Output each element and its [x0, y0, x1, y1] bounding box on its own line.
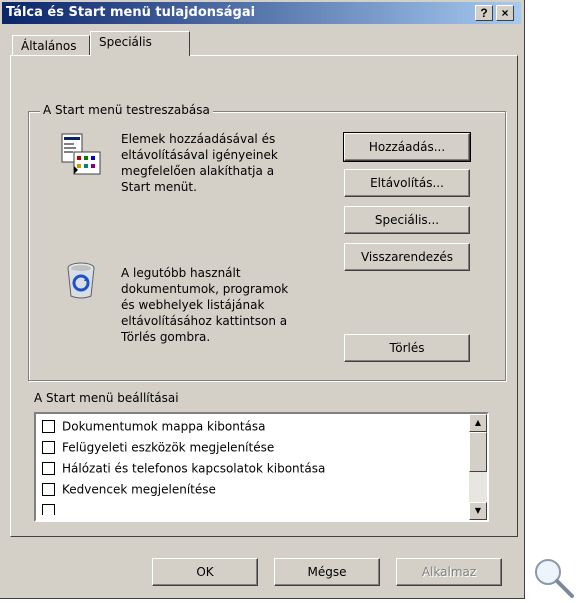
- list-item-label: Hálózati és telefonos kapcsolatok kibont…: [62, 461, 326, 476]
- tab-special[interactable]: Speciális: [90, 31, 190, 56]
- properties-dialog: Tálca és Start menü tulajdonságai ? × Ál…: [0, 0, 525, 599]
- customize-text-line: Start menüt.: [121, 180, 197, 194]
- remove-button[interactable]: Eltávolítás...: [344, 169, 470, 197]
- recent-text-line: dokumentumok, programok: [121, 282, 289, 296]
- recent-text-line: A legutóbb használt: [121, 266, 241, 280]
- tab-general[interactable]: Általános: [12, 35, 90, 55]
- list-item-partial[interactable]: [42, 503, 62, 515]
- customize-text-line: eltávolításával igényeinek: [121, 148, 278, 162]
- customize-text-line: megfelelően alakíthatja a: [121, 164, 275, 178]
- title-bar: Tálca és Start menü tulajdonságai ? ×: [2, 2, 521, 24]
- scroll-down-icon[interactable]: ▼: [469, 502, 487, 520]
- list-item[interactable]: Kedvencek megjelenítése: [42, 482, 216, 502]
- list-item[interactable]: Dokumentumok mappa kibontása: [42, 419, 266, 439]
- checkbox[interactable]: [42, 483, 55, 496]
- checkbox[interactable]: [42, 420, 55, 433]
- recent-text-line: Törlés gombra.: [121, 330, 211, 344]
- scroll-up-icon[interactable]: ▲: [469, 414, 487, 432]
- help-button[interactable]: ?: [475, 5, 493, 21]
- settings-label: A Start menü beállításai: [34, 391, 179, 405]
- clear-button[interactable]: Törlés: [344, 334, 470, 362]
- magnifier-icon[interactable]: [532, 556, 576, 603]
- list-item[interactable]: Felügyeleti eszközök megjelenítése: [42, 440, 274, 460]
- resort-button[interactable]: Visszarendezés: [344, 243, 470, 271]
- advanced-button[interactable]: Speciális...: [344, 206, 470, 234]
- window-title: Tálca és Start menü tulajdonságai: [6, 5, 256, 20]
- add-button[interactable]: Hozzáadás...: [343, 132, 471, 162]
- customize-text: Elemek hozzáadásával és eltávolításával …: [121, 131, 278, 195]
- recent-text-line: eltávolításához kattintson a: [121, 314, 288, 328]
- apply-button: Alkalmaz: [396, 558, 502, 586]
- checkbox[interactable]: [42, 504, 55, 515]
- list-item-label: Kedvencek megjelenítése: [62, 482, 216, 497]
- recent-text: A legutóbb használt dokumentumok, progra…: [121, 265, 288, 345]
- checkbox[interactable]: [42, 462, 55, 475]
- cancel-button[interactable]: Mégse: [274, 558, 380, 586]
- ok-button[interactable]: OK: [152, 558, 258, 586]
- vertical-scrollbar[interactable]: ▲ ▼: [469, 414, 487, 520]
- list-item-label: Dokumentumok mappa kibontása: [62, 419, 266, 434]
- list-item-label: Felügyeleti eszközök megjelenítése: [62, 440, 275, 455]
- group-label: A Start menü testreszabása: [40, 103, 213, 117]
- customize-text-line: Elemek hozzáadásával és: [121, 132, 276, 146]
- close-button[interactable]: ×: [496, 5, 514, 21]
- recycle-bin-icon: [64, 260, 98, 303]
- start-menu-icon: [60, 132, 102, 179]
- recent-text-line: és webhelyek listájának: [121, 298, 265, 312]
- settings-list[interactable]: Dokumentumok mappa kibontása Felügyeleti…: [34, 412, 489, 522]
- checkbox[interactable]: [42, 441, 55, 454]
- list-item[interactable]: Hálózati és telefonos kapcsolatok kibont…: [42, 461, 325, 481]
- scroll-thumb[interactable]: [469, 432, 487, 472]
